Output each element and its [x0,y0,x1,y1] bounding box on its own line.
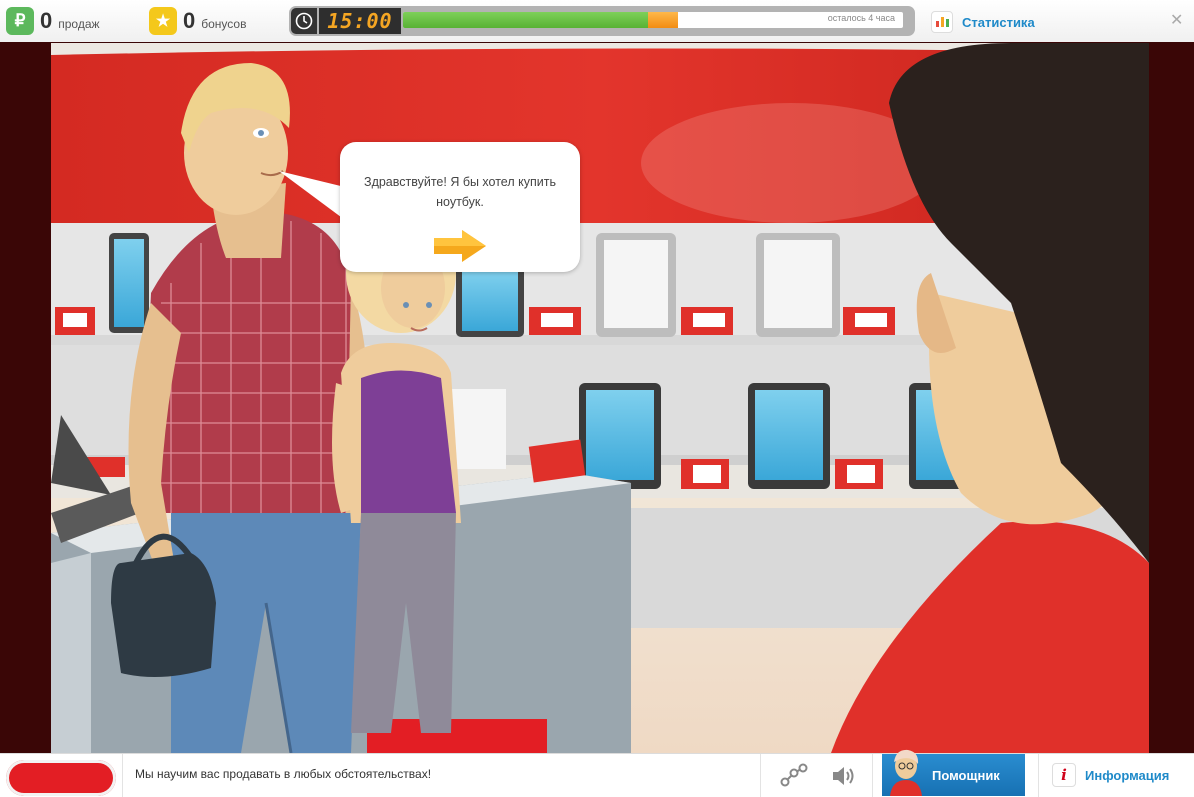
divider [872,754,873,797]
sales-label: продаж [58,17,100,31]
helper-avatar [890,749,922,796]
next-arrow-icon[interactable] [432,228,488,264]
statistics-button[interactable]: Статистика [931,10,1035,34]
progress-current [648,12,678,28]
ruble-icon: ₽ [6,7,34,35]
share-icon[interactable] [780,763,808,789]
top-bar: ₽ 0 продаж ★ 0 бонусов 15:00 осталось 4 … [0,0,1194,43]
close-icon[interactable]: ✕ [1170,10,1183,30]
divider [760,754,761,797]
bonus-value: 0 [183,8,196,33]
speech-text: Здравствуйте! Я бы хотел купить ноутбук. [364,175,556,209]
divider [1038,754,1039,797]
timer-display: 15:00 [319,8,401,34]
bar-chart-icon [931,11,953,33]
clock-icon [291,8,317,34]
timer-panel: 15:00 осталось 4 часа [289,6,915,36]
star-icon: ★ [149,7,177,35]
redacted-badge [6,760,116,796]
helper-button[interactable]: Помощник [882,749,1025,796]
day-progress-bar: осталось 4 часа [403,12,903,28]
information-button[interactable]: i Информация [1052,763,1169,787]
statistics-label: Статистика [962,14,1035,30]
progress-elapsed [403,12,648,28]
speaker-icon[interactable] [830,763,858,789]
bonus-label: бонусов [201,17,247,31]
store-illustration [51,43,1149,753]
bonus-counter: ★ 0 бонусов [149,7,246,35]
information-label: Информация [1085,767,1170,783]
sales-value: 0 [40,8,53,33]
speech-bubble: Здравствуйте! Я бы хотел купить ноутбук. [340,142,580,272]
divider [122,754,123,797]
time-remaining-text: осталось 4 часа [827,13,895,23]
game-scene [51,43,1149,753]
sales-counter: ₽ 0 продаж [6,7,100,35]
info-icon: i [1052,763,1076,787]
news-ticker: Мы научим вас продавать в любых обстояте… [135,767,432,781]
helper-label: Помощник [932,768,1000,783]
